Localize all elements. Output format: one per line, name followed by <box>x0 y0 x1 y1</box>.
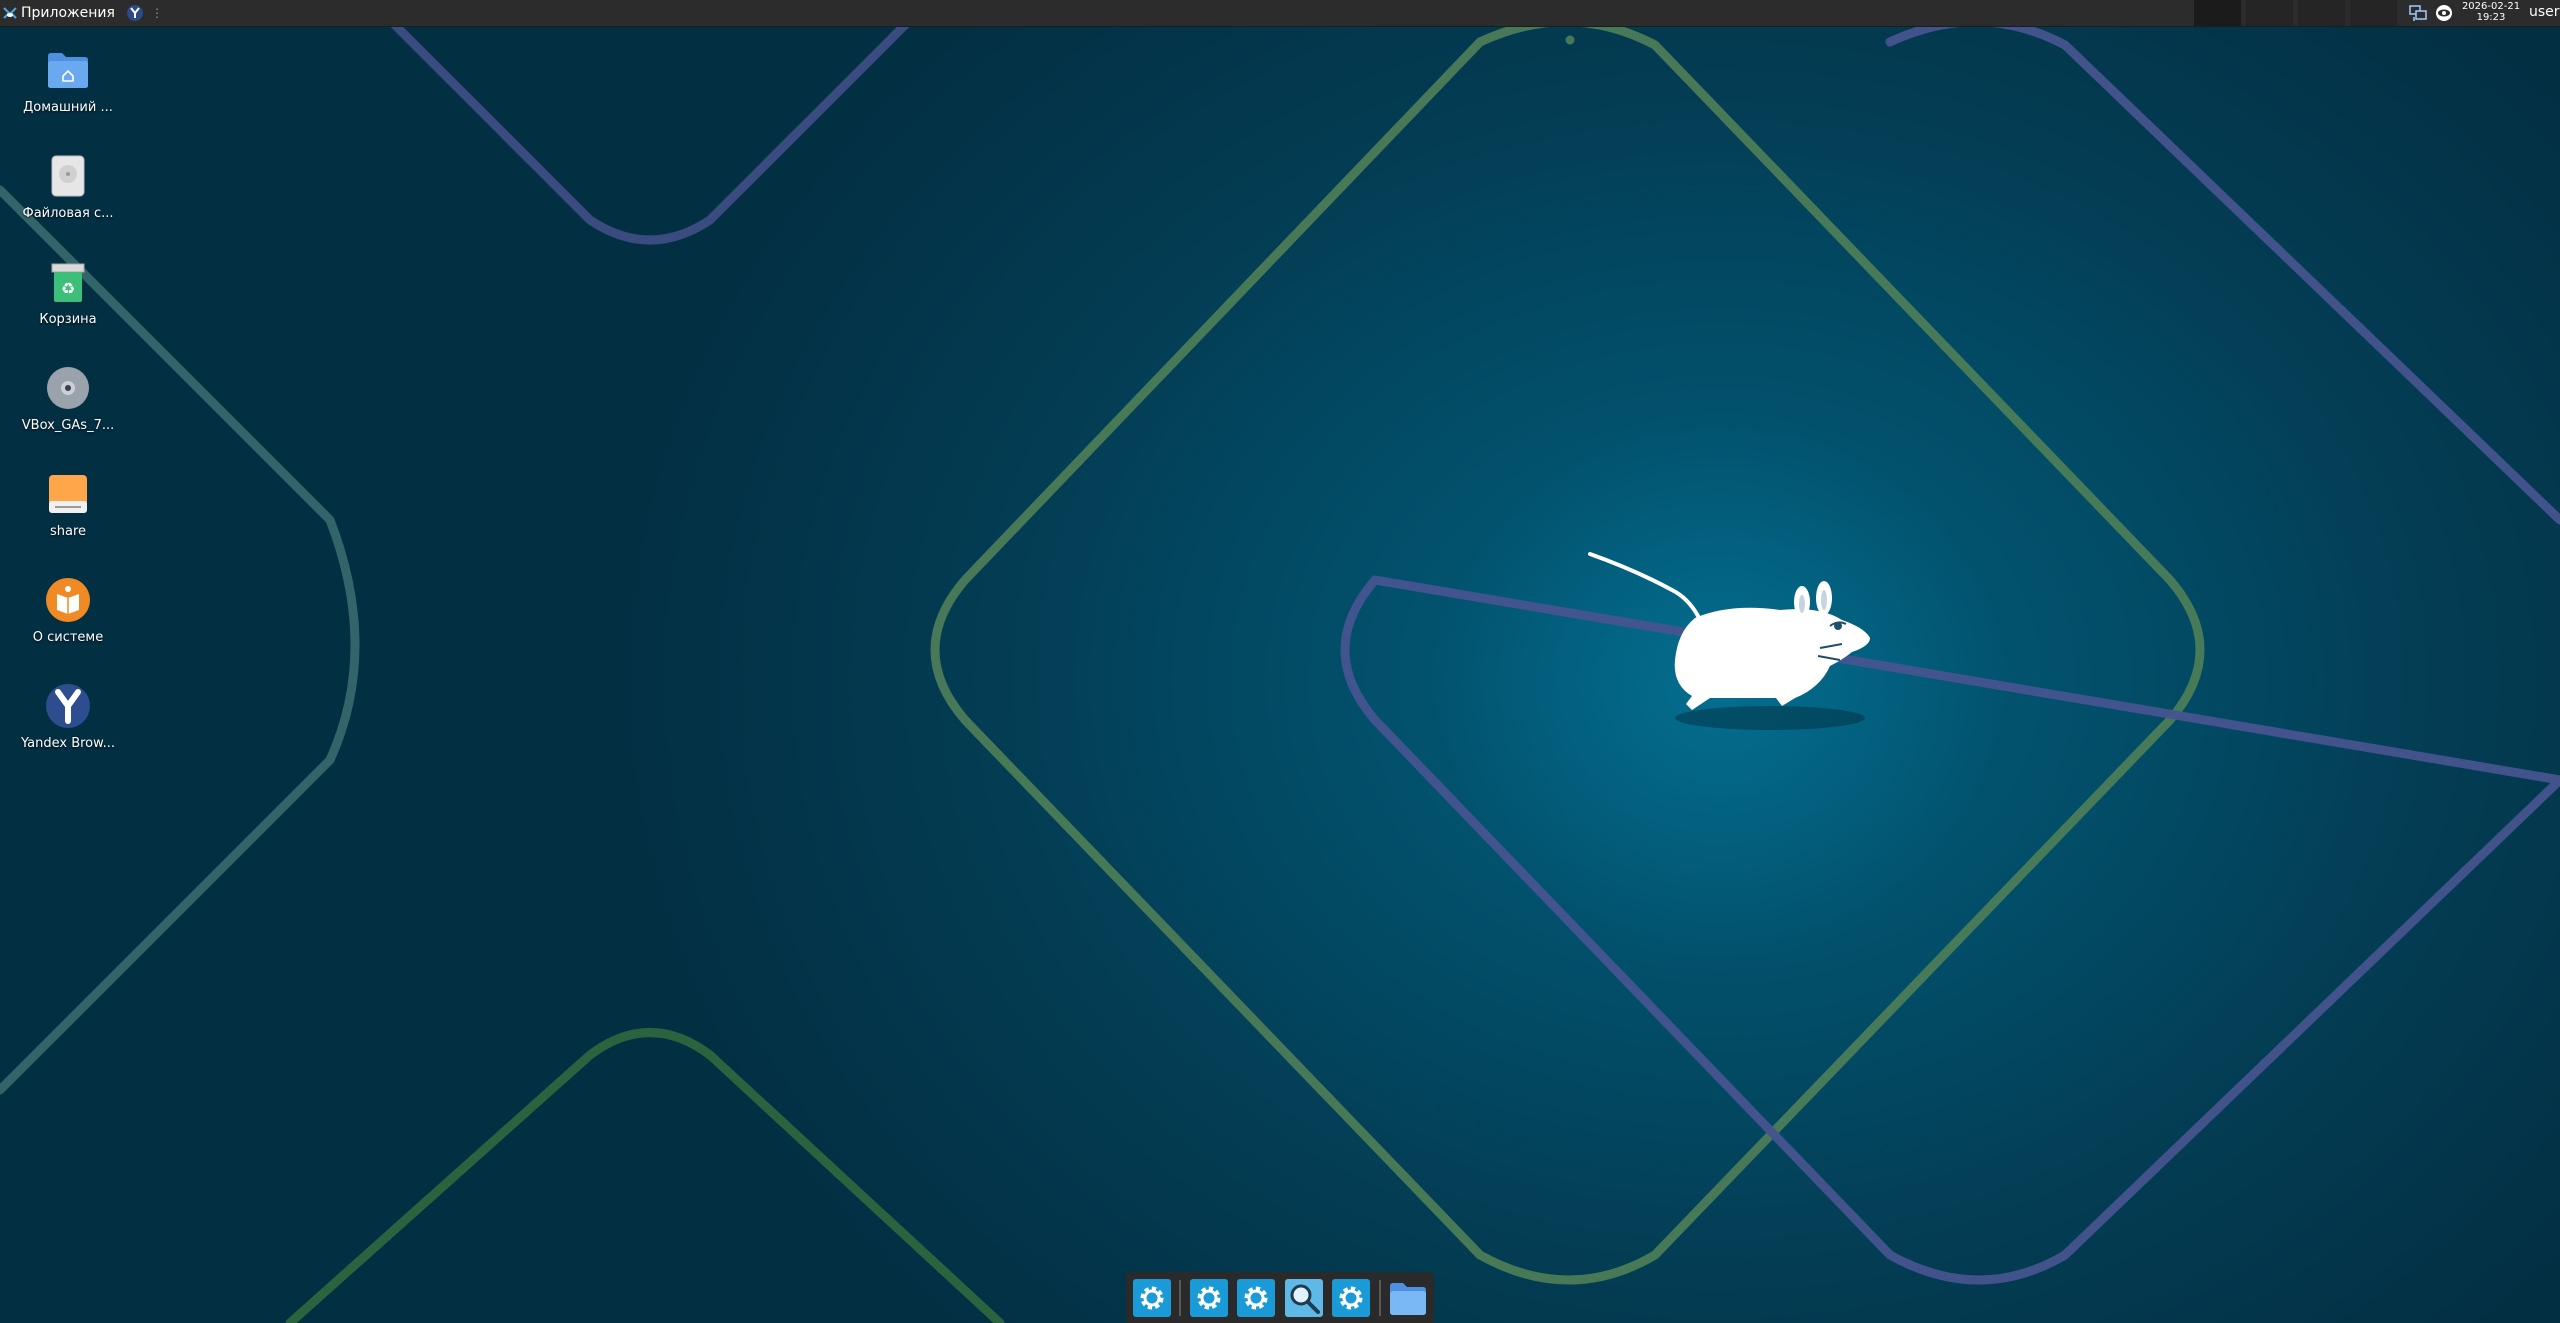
xfce-logo-icon <box>3 7 17 19</box>
top-panel: Приложения ⋮ 2026-02-21 19:23 user <box>0 0 2560 27</box>
desktop-icon-label: VBox_GAs_7... <box>21 418 115 433</box>
dock-separator <box>1378 1279 1381 1316</box>
yandex-browser-icon <box>46 684 90 728</box>
desktop-wallpaper <box>0 15 2560 1323</box>
desktop-icon-home[interactable]: Домашний ... <box>14 46 122 115</box>
network-drive-icon <box>49 475 87 513</box>
dock-item-settings-4[interactable] <box>1329 1276 1372 1320</box>
clock-date: 2026-02-21 <box>2461 1 2521 12</box>
settings-gear-icon <box>1237 1278 1276 1317</box>
desktop-icon-filesystem[interactable]: Файловая с... <box>14 152 122 221</box>
settings-gear-icon <box>1132 1278 1171 1317</box>
desktop-icon-share[interactable]: share <box>14 470 122 539</box>
desktop-icon-about-system[interactable]: О системе <box>14 576 122 645</box>
user-menu[interactable]: user <box>2529 4 2560 20</box>
desktop-icon-label: Файловая с... <box>22 206 114 221</box>
applications-menu-button[interactable]: Приложения <box>0 0 119 26</box>
desktop-icon-label: Корзина <box>39 312 97 327</box>
svg-text:♻: ♻ <box>61 279 75 298</box>
desktop-icon-yandex-browser[interactable]: Yandex Brow... <box>14 682 122 751</box>
about-system-icon <box>46 578 90 622</box>
workspace-1[interactable] <box>2194 0 2241 26</box>
desktop-icon-label: О системе <box>32 630 104 645</box>
system-tray <box>2402 0 2454 26</box>
dock-item-settings-2[interactable] <box>1187 1276 1230 1320</box>
workspace-4[interactable] <box>2350 0 2397 26</box>
settings-gear-icon <box>1332 1278 1371 1317</box>
workspace-switcher[interactable] <box>2194 0 2397 26</box>
home-folder-icon <box>48 53 88 88</box>
optical-disc-icon <box>47 367 89 409</box>
clock-time: 19:23 <box>2476 12 2506 23</box>
desktop-icon-trash[interactable]: ♻ Корзина <box>14 258 122 327</box>
workspace-2[interactable] <box>2246 0 2293 26</box>
search-magnifier-icon <box>1284 1278 1323 1317</box>
clock[interactable]: 2026-02-21 19:23 <box>2458 1 2524 23</box>
desktop-icon-label: Домашний ... <box>23 100 113 115</box>
trash-icon: ♻ <box>51 263 85 302</box>
desktop-icon-label: Yandex Brow... <box>21 736 115 751</box>
folder-icon <box>1390 1282 1427 1315</box>
filesystem-drive-icon <box>51 155 85 197</box>
applications-menu-label: Приложения <box>21 5 115 21</box>
bottom-dock <box>1126 1272 1434 1323</box>
dock-item-settings-1[interactable] <box>1130 1276 1173 1320</box>
xfce-mouse-mascot <box>1588 552 1870 730</box>
eye-icon[interactable] <box>2434 3 2454 23</box>
workspace-3[interactable] <box>2298 0 2345 26</box>
dock-item-file-manager[interactable] <box>1387 1276 1430 1320</box>
dock-item-settings-3[interactable] <box>1235 1276 1278 1320</box>
yandex-browser-launcher[interactable] <box>126 5 143 21</box>
network-icon[interactable] <box>2408 3 2428 23</box>
dock-item-search[interactable] <box>1282 1276 1325 1320</box>
panel-separator: ⋮ <box>150 6 163 20</box>
desktop-icon-label: share <box>49 524 87 539</box>
settings-gear-icon <box>1189 1278 1228 1317</box>
dock-separator <box>1179 1279 1182 1316</box>
desktop-icon-vbox-cd[interactable]: VBox_GAs_7... <box>14 364 122 433</box>
yandex-browser-icon <box>130 7 140 18</box>
